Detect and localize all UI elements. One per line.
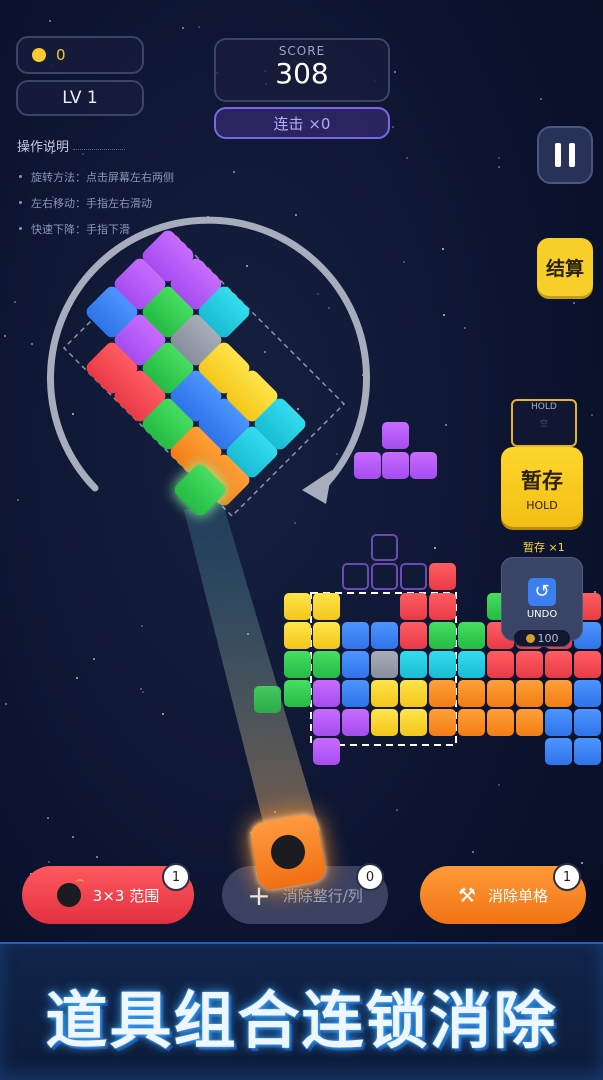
board-cell: [516, 709, 543, 736]
board-cell: [371, 709, 398, 736]
board-cell: [400, 622, 427, 649]
board-cell: [574, 680, 601, 707]
hold-button-sub: HOLD: [526, 499, 558, 512]
board-cell: [574, 709, 601, 736]
board-cell: [429, 680, 456, 707]
preview-cell: [354, 452, 381, 479]
rotation-arrow-icon: [302, 470, 332, 504]
board-cell: [516, 651, 543, 678]
board-cell: [487, 680, 514, 707]
board-cell: [429, 651, 456, 678]
board-cell: [429, 622, 456, 649]
board-cell: [545, 738, 572, 765]
board-cell: [400, 709, 427, 736]
board-cell: [574, 651, 601, 678]
board-cell: [400, 651, 427, 678]
board-cell: [342, 622, 369, 649]
board-cell: [313, 680, 340, 707]
ghost-cell: [371, 534, 398, 561]
board-cell: [371, 622, 398, 649]
board-cell: [429, 563, 456, 590]
hold-slot-label: HOLD: [531, 402, 557, 412]
board-cell: [342, 651, 369, 678]
coin-icon: [525, 633, 535, 643]
board-cell: [313, 738, 340, 765]
board-cell: [313, 622, 340, 649]
board-cell: [371, 651, 398, 678]
hold-button[interactable]: 暂存 HOLD: [501, 447, 583, 527]
undo-icon: ↺: [528, 578, 556, 606]
bomb-tool-count: 1: [162, 863, 190, 891]
bomb-icon: [268, 832, 308, 872]
board-cell: [284, 593, 311, 620]
board-cell: [429, 593, 456, 620]
board-cell: [284, 680, 311, 707]
board-cell: [574, 738, 601, 765]
single-cell-tool-count: 1: [553, 863, 581, 891]
board-cell: [254, 686, 281, 713]
board-cell: [342, 680, 369, 707]
bomb-icon: [56, 879, 84, 907]
board-cell: [487, 709, 514, 736]
ghost-cell: [400, 563, 427, 590]
undo-cost: 100: [513, 629, 571, 647]
hold-slot-placeholder: 空: [540, 419, 548, 428]
row-col-tool-label: 消除整行/列: [282, 886, 363, 905]
hold-button-label: 暂存: [521, 469, 563, 493]
bomb-tool-label: 3×3 范围: [92, 886, 160, 905]
board-cell: [458, 709, 485, 736]
hold-count: 暂存 ×1: [523, 541, 565, 554]
board-cell: [284, 651, 311, 678]
board-cell: [400, 593, 427, 620]
board-cell: [545, 709, 572, 736]
promo-banner: 道具组合连锁消除: [0, 942, 603, 1080]
board-cell: [429, 709, 456, 736]
undo-label: UNDO: [526, 609, 558, 620]
ghost-cell: [342, 563, 369, 590]
board-cell: [516, 680, 543, 707]
undo-cost-value: 100: [537, 631, 559, 645]
board-cell: [487, 651, 514, 678]
board-cell: [342, 709, 369, 736]
board-cell: [458, 680, 485, 707]
board-cell: [284, 622, 311, 649]
board-cell: [400, 680, 427, 707]
board-cell: [545, 651, 572, 678]
hammer-icon: ⚒: [458, 883, 476, 907]
dragging-bomb[interactable]: [248, 812, 328, 892]
preview-cell: [410, 452, 437, 479]
board-cell: [313, 709, 340, 736]
board-cell: [458, 622, 485, 649]
hold-slot: HOLD 空: [511, 399, 577, 447]
row-col-tool-count: 0: [356, 863, 384, 891]
board-cell: [313, 651, 340, 678]
preview-cell: [382, 422, 409, 449]
board-cell: [371, 680, 398, 707]
preview-cell: [382, 452, 409, 479]
single-cell-tool-label: 消除单格: [487, 886, 548, 905]
promo-banner-text: 道具组合连锁消除: [45, 984, 558, 1057]
board-cell: [313, 593, 340, 620]
board-cell: [458, 651, 485, 678]
ghost-cell: [371, 563, 398, 590]
board-cell: [545, 680, 572, 707]
